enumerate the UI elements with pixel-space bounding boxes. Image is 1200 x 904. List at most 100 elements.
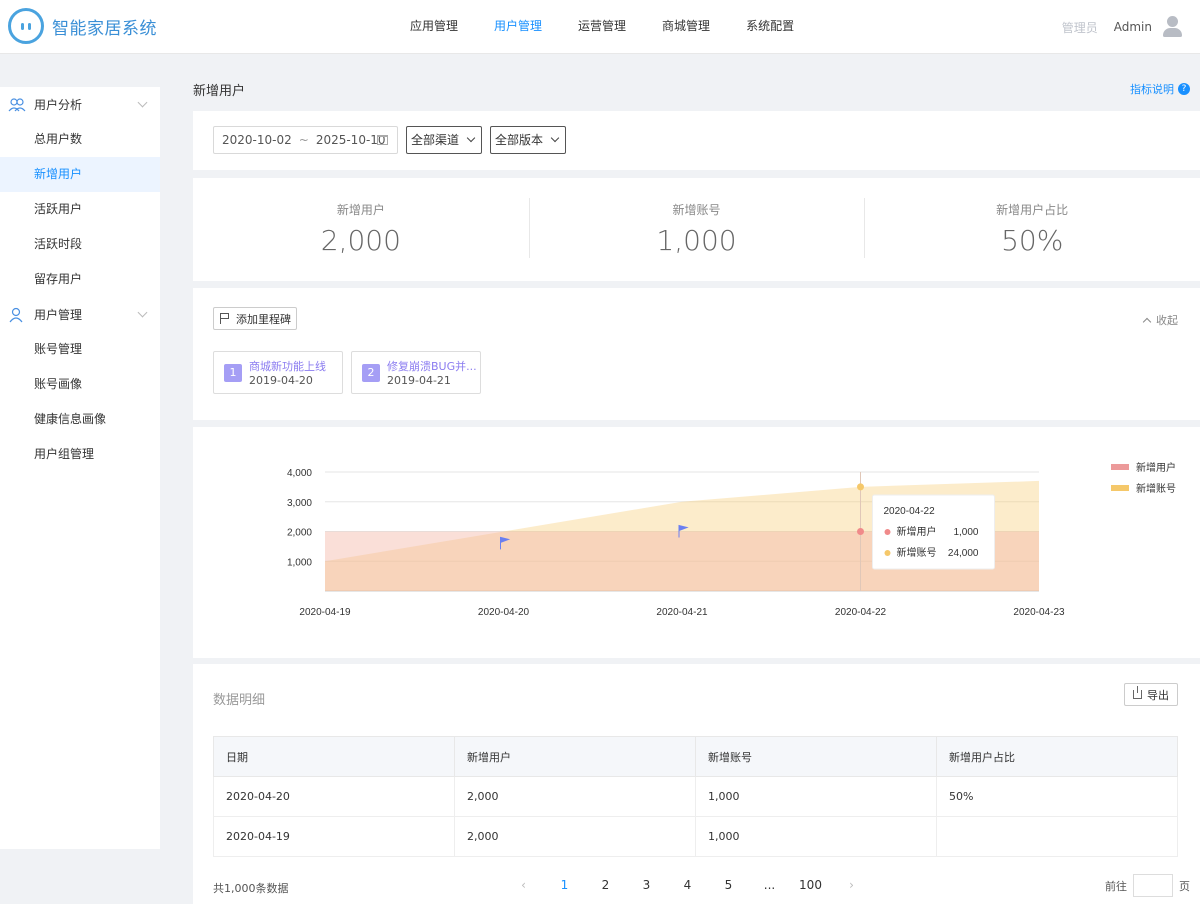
stat-label: 新增用户 (336, 203, 385, 217)
end-date: 2025-10-10 (315, 133, 386, 147)
milestone-title: 商城新功能上线 (249, 360, 326, 373)
goto-page: 前往 页 (1105, 874, 1190, 897)
total-count: 共1,000条数据 (213, 882, 289, 895)
column-header[interactable]: 新增用户 (454, 736, 696, 777)
stats-panel: 新增用户 2,000 新增账号 1,000 新增用户占比 50% (193, 178, 1200, 281)
milestone-card[interactable]: 1 商城新功能上线 2019-04-20 (213, 351, 343, 394)
page-title: 新增用户 (193, 84, 246, 99)
version-select[interactable]: 全部版本 (490, 126, 566, 154)
goto-page-input[interactable] (1133, 874, 1173, 897)
user-role: 管理员 (1061, 20, 1098, 35)
legend-swatch (1111, 464, 1129, 470)
date-separator: ~ (298, 133, 309, 147)
sidebar-item-active-hours[interactable]: 活跃时段 (0, 227, 160, 262)
export-label: 导出 (1147, 688, 1169, 702)
sidebar-item-account-profile[interactable]: 账号画像 (0, 367, 160, 402)
x-tick-label: 2020-04-21 (656, 607, 708, 618)
y-tick-label: 4,000 (287, 468, 312, 479)
sidebar-item-retention[interactable]: 留存用户 (0, 262, 160, 297)
page-button[interactable]: 100 (790, 878, 831, 892)
app-logo[interactable]: 智能家居系统 (8, 8, 157, 44)
page-button[interactable]: 2 (585, 878, 626, 892)
channel-select[interactable]: 全部渠道 (406, 126, 482, 154)
table-cell: 2020-04-20 (213, 776, 455, 817)
stat-value: 1,000 (656, 224, 737, 257)
sidebar-group-user-analysis[interactable]: 用户分析 (0, 87, 160, 122)
collapse-label: 收起 (1156, 314, 1178, 327)
page-button[interactable]: 5 (708, 878, 749, 892)
column-header[interactable]: 日期 (213, 736, 455, 777)
sidebar-item-health-profile[interactable]: 健康信息画像 (0, 402, 160, 437)
column-header[interactable]: 新增账号 (695, 736, 937, 777)
tooltip-marker (884, 529, 891, 535)
flag-icon (220, 313, 230, 324)
milestone-date: 2019-04-21 (387, 374, 451, 387)
x-tick-label: 2020-04-23 (1013, 607, 1065, 618)
sidebar-group-user-management[interactable]: 用户管理 (0, 297, 160, 332)
collapse-button[interactable]: 收起 (1142, 312, 1178, 328)
nav-item-system-config[interactable]: 系统配置 (728, 0, 812, 54)
sidebar-item-active-users[interactable]: 活跃用户 (0, 192, 160, 227)
tooltip-series-value: 24,000 (948, 548, 979, 559)
pagination-bar: 共1,000条数据 ‹ 1 2 3 4 5 ... 100 › 前往 页 (193, 867, 1200, 904)
tooltip-date: 2020-04-22 (884, 506, 936, 517)
sidebar-item-user-groups[interactable]: 用户组管理 (0, 437, 160, 472)
table-cell: 1,000 (695, 776, 937, 817)
milestone-title: 修复崩溃BUG并... (387, 360, 477, 373)
table-cell: 2,000 (454, 776, 696, 817)
legend-swatch (1111, 485, 1129, 491)
user-name[interactable]: Admin (1114, 20, 1152, 34)
export-icon (1133, 686, 1142, 699)
milestone-panel: 添加里程碑 收起 1 商城新功能上线 2019-04-20 2 修复崩溃BUG并… (193, 288, 1200, 420)
nav-item-mall[interactable]: 商城管理 (644, 0, 728, 54)
milestone-date: 2019-04-20 (249, 374, 313, 387)
date-range-picker[interactable]: 2020-10-02 ~ 2025-10-10 (213, 126, 398, 154)
legend-label: 新增账号 (1136, 482, 1176, 495)
app-title: 智能家居系统 (52, 18, 157, 39)
y-tick-label: 3,000 (287, 498, 312, 509)
sidebar-item-account-management[interactable]: 账号管理 (0, 332, 160, 367)
table-cell (936, 816, 1178, 857)
stat-label: 新增用户占比 (996, 203, 1069, 217)
goto-suffix: 页 (1179, 879, 1190, 893)
trend-chart[interactable]: 1,000 2,000 3,000 4,000 2020-04-19 2020-04-20… (193, 427, 1200, 658)
logo-icon (8, 8, 44, 44)
user-manage-icon (9, 307, 23, 322)
sidebar-item-new-users[interactable]: 新增用户 (0, 157, 160, 192)
column-header[interactable]: 新增用户占比 (936, 736, 1178, 777)
avatar-icon[interactable] (1162, 16, 1182, 38)
add-milestone-button[interactable]: 添加里程碑 (213, 307, 297, 330)
stat-value: 2,000 (320, 224, 401, 257)
page-button[interactable]: 3 (626, 878, 667, 892)
question-icon: ? (1178, 83, 1190, 95)
sidebar-group-label: 用户分析 (34, 98, 83, 112)
nav-item-app-management[interactable]: 应用管理 (392, 0, 476, 54)
users-icon (8, 97, 26, 111)
data-point (857, 483, 864, 491)
top-bar: 智能家居系统 应用管理 用户管理 运营管理 商城管理 系统配置 管理员 Admi… (0, 0, 1200, 54)
user-area: 管理员 Admin (1062, 0, 1182, 54)
chevron-down-icon (137, 97, 148, 108)
page-button[interactable]: 4 (667, 878, 708, 892)
export-button[interactable]: 导出 (1124, 683, 1178, 706)
stat-value: 50% (1001, 224, 1064, 257)
page-button[interactable]: 1 (544, 878, 585, 892)
nav-item-operations[interactable]: 运营管理 (560, 0, 644, 54)
next-page-button[interactable]: › (831, 878, 872, 892)
sidebar-item-total-users[interactable]: 总用户数 (0, 122, 160, 157)
prev-page-button[interactable]: ‹ (503, 878, 544, 892)
data-point (857, 528, 864, 535)
metric-help-link[interactable]: 指标说明 ? (1130, 81, 1190, 97)
table-cell: 2,000 (454, 816, 696, 857)
table-cell: 1,000 (695, 816, 937, 857)
nav-item-user-management[interactable]: 用户管理 (476, 0, 560, 54)
milestone-number: 2 (362, 363, 380, 382)
tooltip-series-value: 1,000 (953, 527, 978, 538)
calendar-icon (377, 135, 388, 145)
chevron-down-icon (137, 307, 148, 318)
tooltip-series-name: 新增用户 (897, 525, 937, 538)
detail-table: 日期 新增用户 新增账号 新增用户占比 2020-04-20 2,000 1,0… (213, 736, 1178, 857)
tooltip-series-name: 新增账号 (897, 546, 937, 559)
milestone-card[interactable]: 2 修复崩溃BUG并... 2019-04-21 (351, 351, 481, 394)
version-value: 全部版本 (495, 133, 544, 147)
